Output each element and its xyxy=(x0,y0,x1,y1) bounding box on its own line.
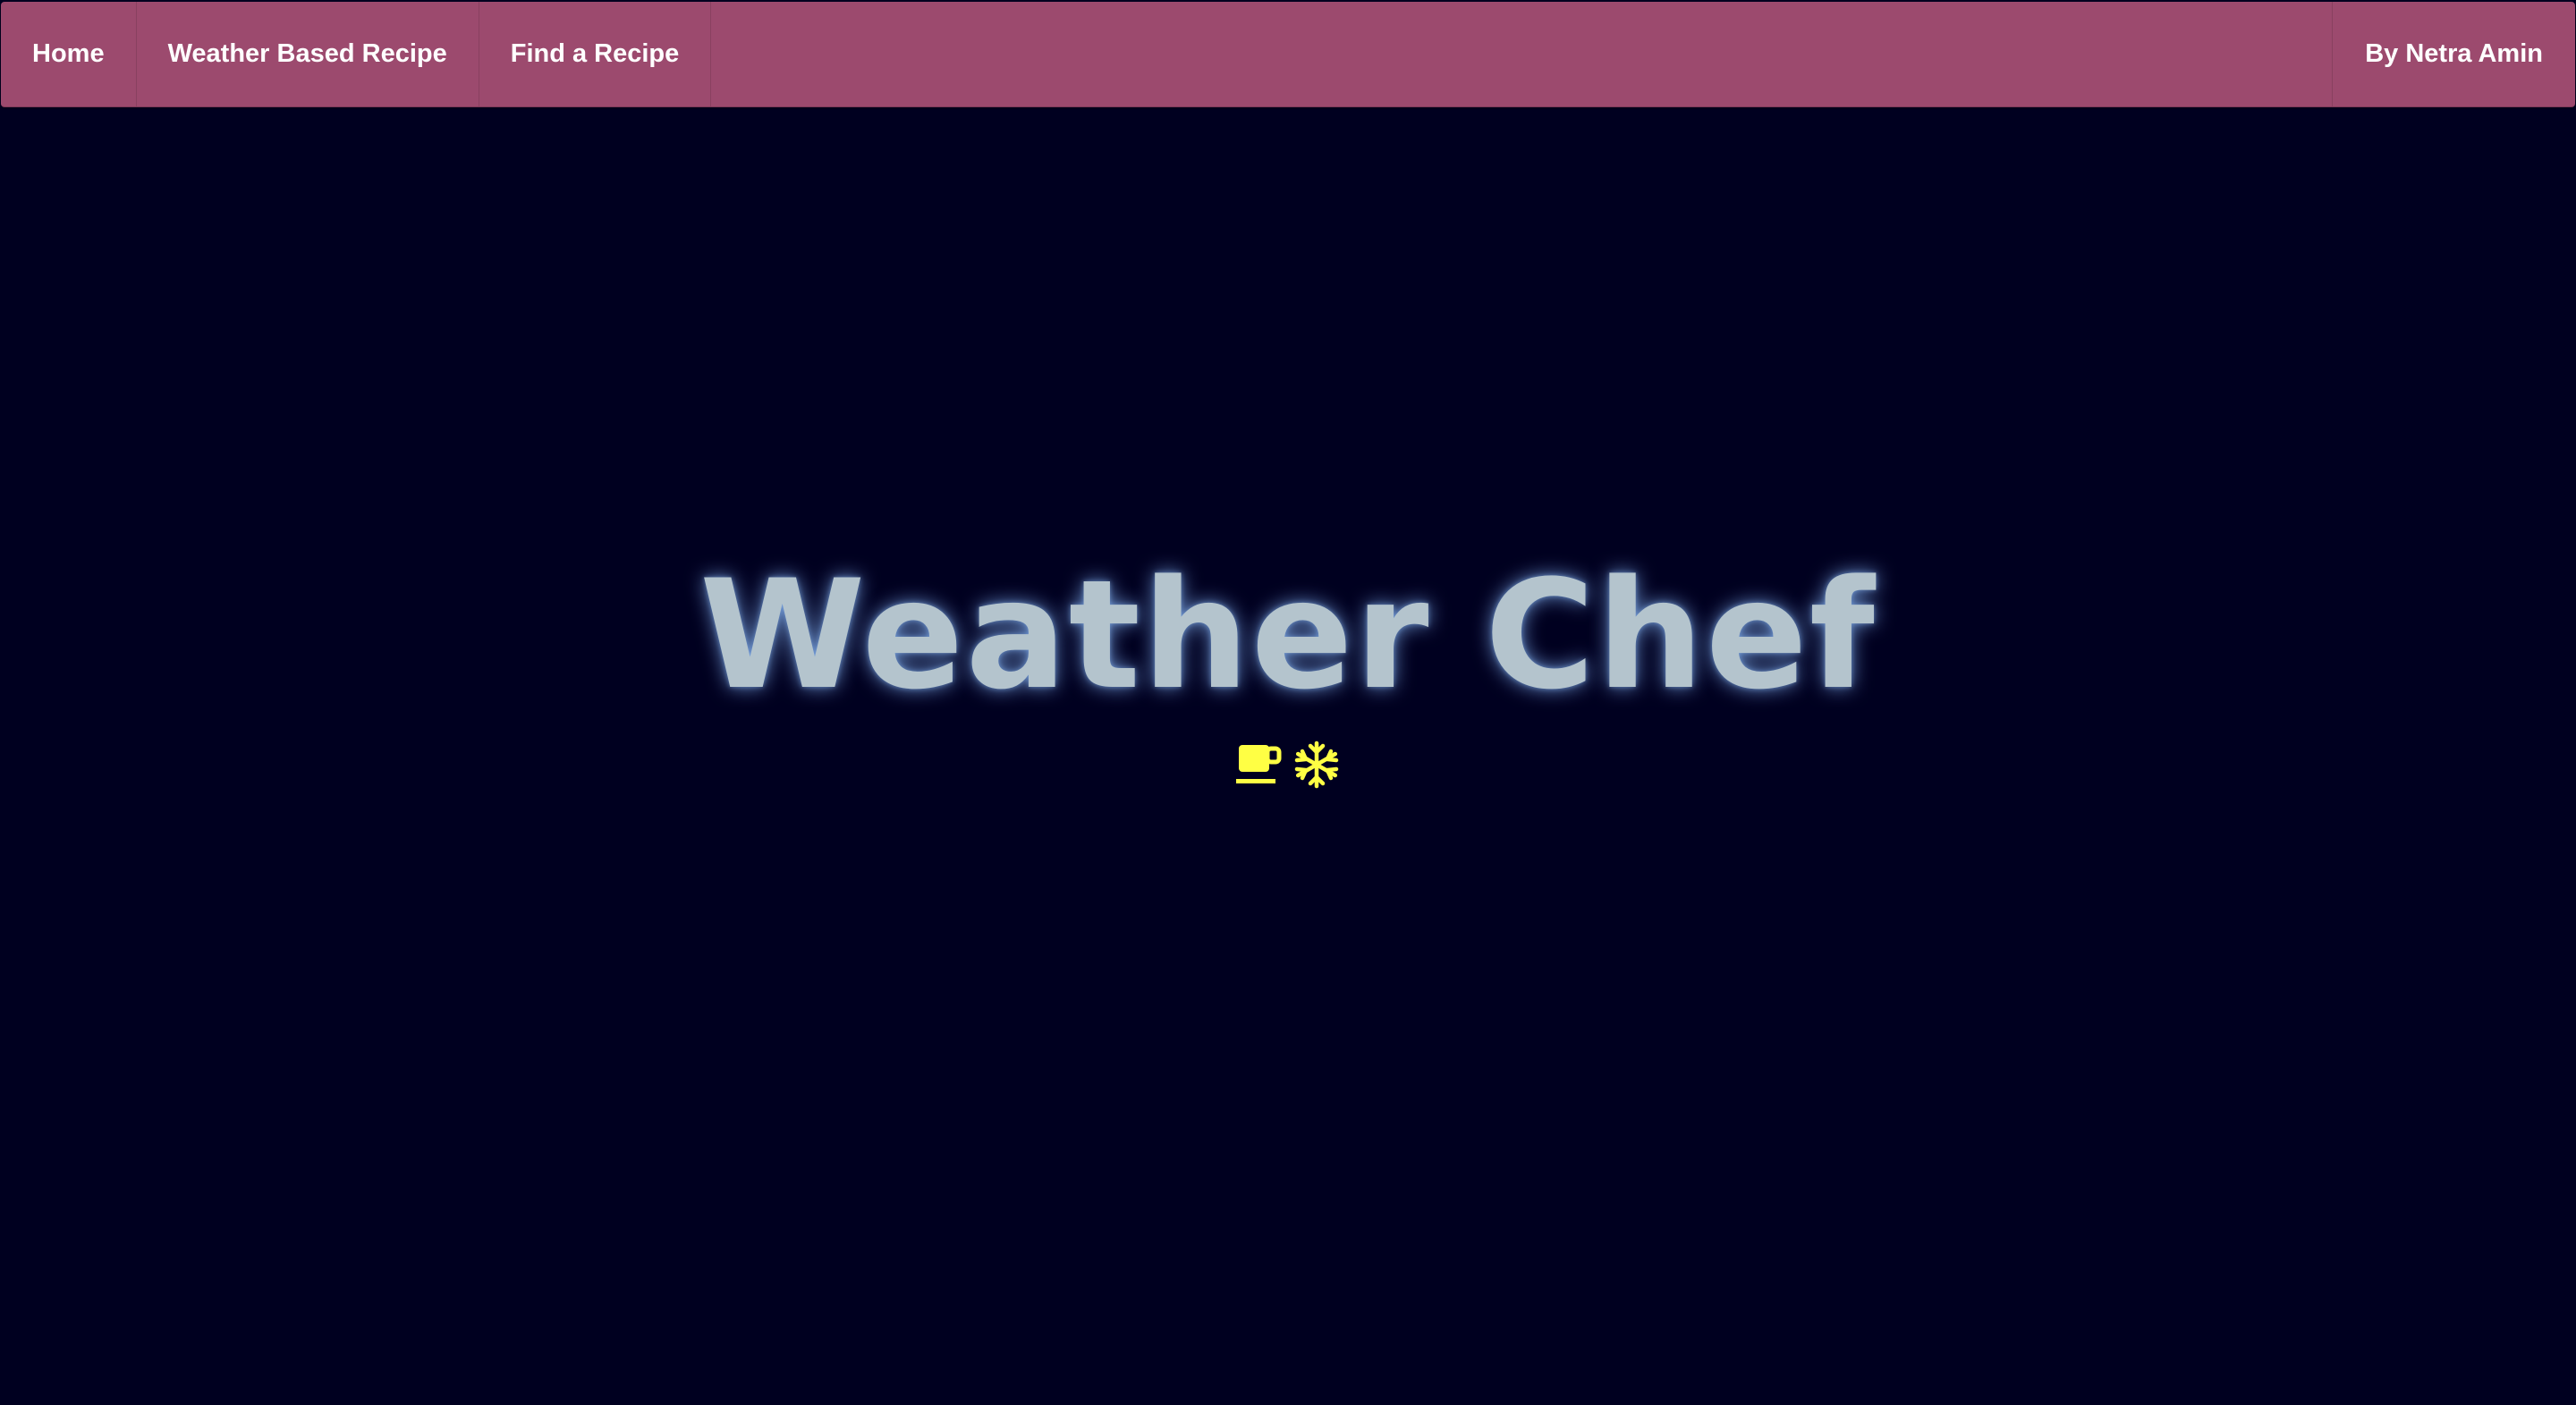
page-title: Weather Chef xyxy=(699,547,1877,723)
nav-home-link[interactable]: Home xyxy=(1,2,137,106)
nav-weather-based-recipe-link[interactable]: Weather Based Recipe xyxy=(137,2,479,106)
coffee-cup-icon xyxy=(1236,745,1282,783)
author-credit[interactable]: By Netra Amin xyxy=(2332,2,2575,106)
snowflake-icon xyxy=(1294,741,1339,789)
weather-icons xyxy=(0,741,2576,789)
nav-links: Home Weather Based Recipe Find a Recipe xyxy=(1,2,712,106)
top-navbar: Home Weather Based Recipe Find a Recipe … xyxy=(1,2,2575,107)
nav-find-a-recipe-link[interactable]: Find a Recipe xyxy=(479,2,712,106)
